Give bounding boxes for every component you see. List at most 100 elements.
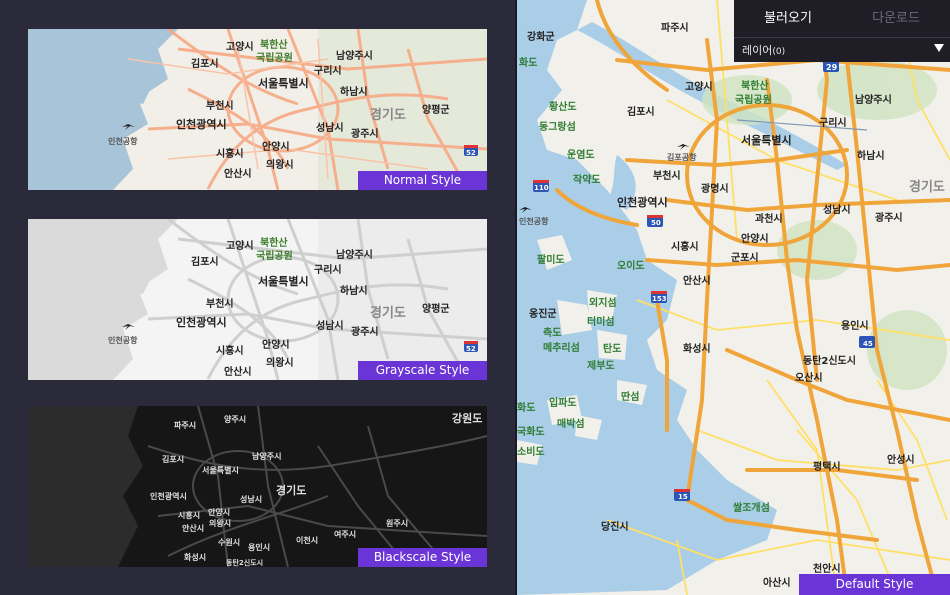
map-label: 파주시 [661,21,689,34]
map-label: 운염도 [567,149,595,161]
map-label: 옹진군 [529,307,557,320]
map-label: 이천시 [296,535,318,545]
map-label: 서울특별시 [202,465,239,475]
map-label: 남양주시 [855,93,892,106]
svg-text:52: 52 [466,149,476,157]
map-label: 소비도 [517,445,545,458]
layer-dropdown-label: 레이어(0) [742,44,786,57]
map-label: 고양시 [685,81,713,93]
map-label: 안성시 [887,453,915,466]
map-label: 화도 [519,57,537,69]
map-label: 부천시 [206,99,234,112]
map-label: 구리시 [314,64,342,77]
road-shield: 52 [464,145,478,157]
map-label: 시흥시 [178,510,200,520]
map-label: 황산도 [549,100,577,113]
svg-text:50: 50 [651,219,661,227]
map-label: 안양시 [741,232,769,245]
map-label: 김포시 [191,256,219,268]
map-label: 메추리섬 [543,341,580,354]
map-label: 안양시 [262,338,290,351]
map-label: 고양시 [226,240,254,252]
road-shield: 52 [464,341,478,353]
map-label: 성남시 [823,203,851,216]
map-label: 팔미도 [537,253,565,266]
map-label: 성남시 [240,494,262,504]
map-label: 고양시 [226,41,254,53]
map-label: 동그랑섬 [539,120,576,133]
map-label: 부천시 [653,169,681,182]
map-label: 광주시 [875,212,903,224]
map-label: 양평군 [422,103,450,116]
svg-text:45: 45 [863,340,873,348]
map-label: 군포시 [731,252,759,264]
map-label: 제부도 [587,359,615,372]
map-label: 탄도 [603,342,621,355]
map-label: 강화군 [527,30,555,43]
map-label: 입파도 [549,396,577,409]
blackscale-style-card[interactable]: 파주시 양주시 강원도 남양주시 김포시 서울특별시 경기도 인천광역시 성남시… [28,406,487,567]
svg-text:110: 110 [534,184,549,192]
map-label: 의왕시 [266,356,294,369]
map-label: 여주시 [334,529,356,539]
layer-dropdown[interactable]: 레이어(0) [734,38,950,62]
map-label: 딴섬 [621,390,639,403]
map-label: 양주시 [224,414,246,424]
layer-count: (0) [772,47,786,57]
map-label: 광주시 [351,326,379,338]
map-label: 서울특별시 [258,76,309,90]
map-label: 쌀조개섬 [733,501,770,514]
map-label: 안산시 [224,365,252,378]
map-label: 국립공원 [256,51,293,64]
map-label: 서울특별시 [741,133,792,147]
map-label: 하남시 [340,85,368,98]
normal-style-label: Normal Style [358,171,487,190]
map-label: 경기도 [370,107,406,123]
map-label: 시흥시 [216,344,244,357]
tab-load[interactable]: 불러오기 [734,0,842,38]
map-label: 오이도 [617,259,645,272]
svg-text:29: 29 [826,63,838,72]
map-label: 오산시 [795,371,823,384]
default-style-label: Default Style [799,574,950,595]
map-label: 성남시 [316,121,344,134]
map-label: 남양주시 [336,49,373,62]
map-label: 광명시 [701,182,729,195]
map-label: 원주시 [386,518,408,528]
map-label: 광주시 [351,128,379,140]
blackscale-style-label: Blackscale Style [358,548,487,567]
map-label: 화성시 [184,552,206,562]
map-label: 부천시 [206,297,234,310]
map-label: 북한산 [260,236,288,249]
map-label: 당진시 [601,520,629,533]
map-label: 국화도 [517,426,545,438]
tab-download[interactable]: 다운로드 [842,0,950,38]
main-map[interactable]: 파주시 강화군 화도 고양시 북한산 국립공원 남양주시 황산도 동그랑섬 김포… [517,0,950,595]
grayscale-style-card[interactable]: 고양시 북한산 국립공원 남양주시 김포시 구리시 서울특별시 하남시 부천시 … [28,219,487,380]
normal-style-card[interactable]: 고양시 북한산 국립공원 남양주시 김포시 구리시 서울특별시 하남시 부천시 … [28,29,487,190]
map-label: 인천공항 [108,335,138,345]
map-label: 용인시 [248,542,270,552]
map-label: 동탄2신도시 [226,558,263,567]
map-label: 국립공원 [256,249,293,262]
map-label: 인천공항 [519,216,549,226]
map-label: 작약도 [573,173,601,186]
map-label: 남양주시 [336,248,373,261]
map-label: 의왕시 [209,518,231,528]
map-label: 경기도 [370,305,406,321]
map-label: 외지섬 [589,296,617,309]
svg-text:15: 15 [678,493,688,501]
map-label: 과천시 [755,212,783,225]
svg-text:153: 153 [652,295,667,303]
road-shield: 50 [647,215,663,227]
map-label: 매박섬 [557,417,585,430]
map-label: 인천광역시 [150,491,187,501]
map-label: 김포시 [191,58,219,70]
map-label: 안양시 [208,507,230,517]
map-label: 인천광역시 [176,117,227,131]
grayscale-style-label: Grayscale Style [358,361,487,380]
map-label: 성남시 [316,319,344,332]
map-label: 경기도 [909,179,945,195]
map-label: 수원시 [218,537,240,547]
layer-panel: 불러오기 다운로드 레이어(0) [734,0,950,62]
